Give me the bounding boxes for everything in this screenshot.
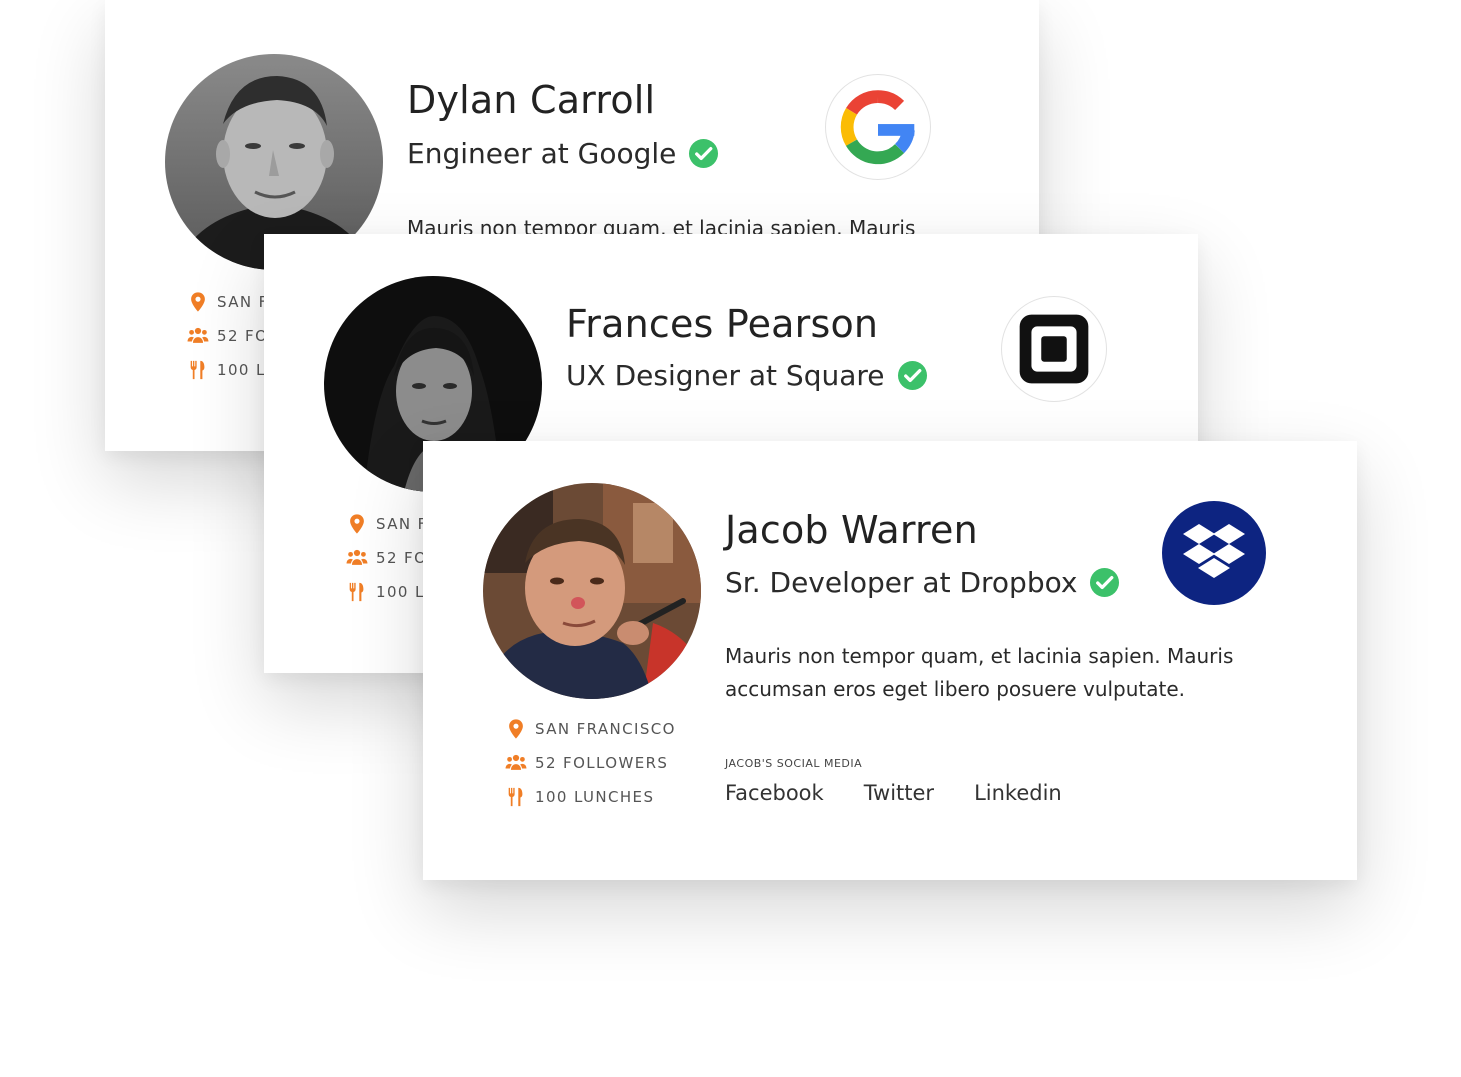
social-media-title: JACOB'S SOCIAL MEDIA (725, 757, 863, 770)
dropbox-logo-icon[interactable] (1161, 500, 1267, 606)
verified-check-icon (897, 360, 928, 391)
stat-location: SAN FRANCISCO (505, 712, 676, 746)
profile-role: Sr. Developer at Dropbox (725, 566, 1120, 599)
profile-name: Frances Pearson (566, 302, 879, 346)
avatar (483, 483, 701, 699)
profile-card-jacob: Jacob Warren Sr. Developer at Dropbox Ma… (423, 441, 1357, 880)
utensils-icon (346, 581, 368, 603)
map-pin-icon (346, 513, 368, 535)
utensils-icon (505, 786, 527, 808)
verified-check-icon (688, 138, 719, 169)
google-logo-icon[interactable] (825, 74, 931, 180)
users-icon (346, 547, 368, 569)
stat-followers: 52 FOLLOWERS (505, 746, 676, 780)
stat-location-text: SAN FRANCISCO (535, 720, 676, 738)
twitter-link[interactable]: Twitter (864, 781, 934, 805)
users-icon (505, 752, 527, 774)
profile-bio: Mauris non tempor quam, et lacinia sapie… (725, 644, 1234, 701)
linkedin-link[interactable]: Linkedin (974, 781, 1062, 805)
utensils-icon (187, 359, 209, 381)
profile-name: Jacob Warren (725, 508, 978, 552)
stat-lunches: 100 LUNCHES (505, 780, 676, 814)
stat-lunches-text: 100 LUNCHES (535, 788, 655, 806)
profile-role: UX Designer at Square (566, 359, 928, 392)
role-text: UX Designer at Square (566, 359, 885, 392)
role-text: Sr. Developer at Dropbox (725, 566, 1078, 599)
profile-stats: SAN FRANCISCO 52 FOLLOWERS 100 LUNCHES (505, 712, 676, 814)
profile-role: Engineer at Google (407, 137, 719, 170)
social-links: Facebook Twitter Linkedin (725, 781, 1102, 805)
users-icon (187, 325, 209, 347)
map-pin-icon (187, 291, 209, 313)
map-pin-icon (505, 718, 527, 740)
role-text: Engineer at Google (407, 137, 677, 170)
profile-name: Dylan Carroll (407, 78, 656, 122)
verified-check-icon (1089, 567, 1120, 598)
square-logo-icon[interactable] (1001, 296, 1107, 402)
stat-followers-text: 52 FOLLOWERS (535, 754, 669, 772)
facebook-link[interactable]: Facebook (725, 781, 824, 805)
